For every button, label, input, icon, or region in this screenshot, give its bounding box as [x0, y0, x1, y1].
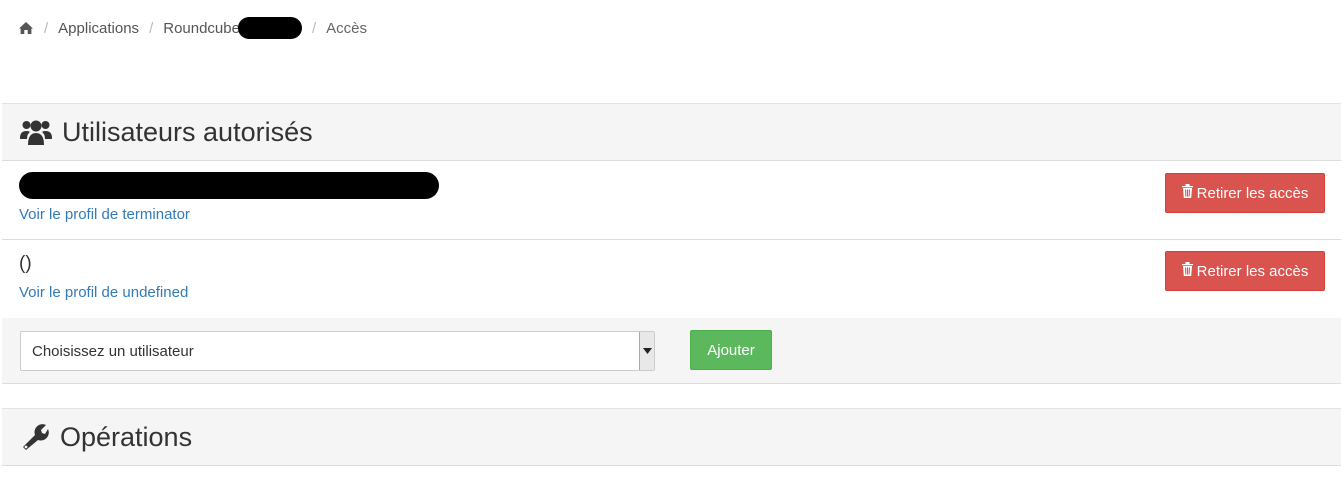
redaction-mark: [19, 172, 439, 199]
add-user-row: Choisissez un utilisateur Ajouter: [2, 318, 1341, 384]
breadcrumb-separator: /: [311, 19, 317, 37]
remove-access-button[interactable]: Retirer les accès: [1165, 251, 1325, 291]
trash-icon: [1181, 262, 1197, 280]
authorized-users-title: Utilisateurs autorisés: [62, 116, 313, 147]
wrench-icon: [20, 422, 50, 452]
breadcrumb-applications[interactable]: Applications: [58, 20, 139, 37]
home-icon[interactable]: [18, 21, 34, 35]
profile-link-undefined[interactable]: Voir le profil de undefined: [19, 284, 188, 301]
trash-icon: [1181, 184, 1197, 202]
profile-link-terminator[interactable]: Voir le profil de terminator: [19, 206, 190, 223]
operations-heading: Opérations: [2, 408, 1341, 466]
user-select-value: Choisissez un utilisateur: [32, 342, 194, 360]
authorized-users-heading: Utilisateurs autorisés: [2, 103, 1341, 161]
breadcrumb-roundcube-label: Roundcube: [163, 19, 240, 37]
remove-access-button[interactable]: Retirer les accès: [1165, 173, 1325, 213]
breadcrumb: / Applications / Roundcube / Accès: [18, 17, 367, 39]
redaction-mark: [237, 17, 302, 39]
remove-access-label: Retirer les accès: [1196, 184, 1309, 202]
breadcrumb-separator: /: [149, 19, 154, 37]
user-select[interactable]: Choisissez un utilisateur: [20, 331, 655, 371]
add-user-button[interactable]: Ajouter: [690, 330, 772, 370]
breadcrumb-current: Accès: [326, 19, 367, 37]
chevron-down-icon[interactable]: [639, 332, 654, 370]
users-icon: [20, 118, 52, 146]
breadcrumb-separator: /: [44, 19, 49, 37]
remove-access-label: Retirer les accès: [1196, 262, 1309, 280]
operations-title: Opérations: [60, 421, 193, 452]
user-row: Voir le profil de terminator Retirer les…: [2, 161, 1341, 240]
user-row: () Voir le profil de undefined Retirer l…: [2, 240, 1341, 319]
breadcrumb-roundcube[interactable]: Roundcube: [163, 17, 302, 39]
user-name: (): [19, 253, 32, 274]
